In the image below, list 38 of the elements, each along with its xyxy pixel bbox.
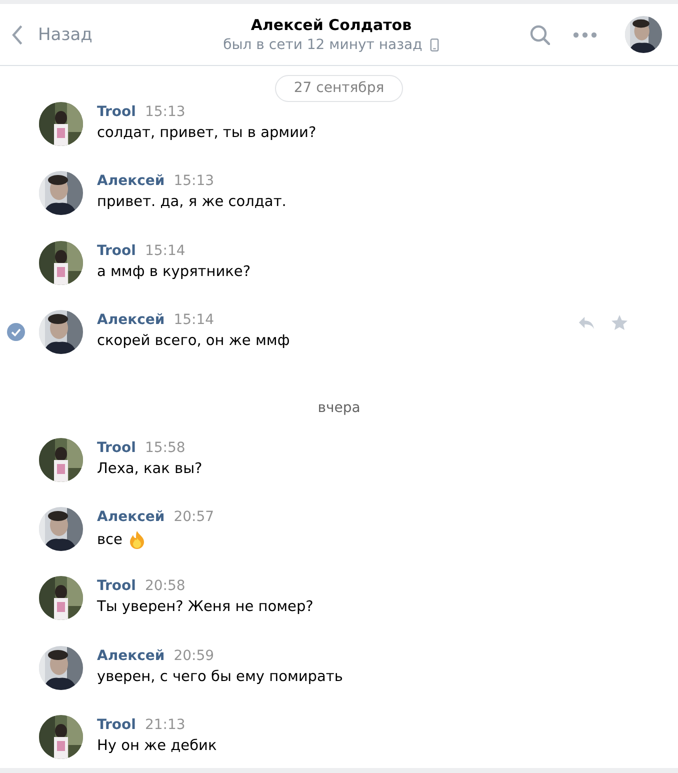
message-time: 20:58 — [144, 578, 186, 594]
star-icon[interactable] — [610, 314, 629, 332]
reply-icon[interactable] — [577, 314, 596, 332]
more-icon[interactable] — [573, 32, 597, 38]
author-name[interactable]: Алексей — [97, 312, 165, 328]
message-text: а ммф в курятнике? — [97, 264, 251, 280]
message-time: 21:13 — [144, 717, 186, 734]
author-name[interactable]: Trool — [97, 104, 136, 120]
back-button[interactable]: Назад — [12, 24, 92, 44]
message-text: уверен, с чего бы ему помирать — [97, 668, 343, 685]
message-time: 20:57 — [174, 508, 214, 525]
chevron-icon — [12, 24, 24, 44]
author-name[interactable]: Trool — [97, 440, 136, 456]
author-name[interactable]: Trool — [97, 578, 136, 594]
contact-name: Алексей Солдатов — [250, 16, 412, 34]
author-name[interactable]: Trool — [97, 717, 136, 734]
online-status: был в сети 12 минут назад — [223, 37, 422, 53]
message-time: 15:13 — [174, 173, 214, 190]
date-pill: 27 сентября — [274, 75, 404, 102]
message-time: 15:14 — [174, 312, 214, 328]
message-time: 15:13 — [144, 104, 186, 120]
message-text: все — [97, 532, 122, 548]
message-time: 15:58 — [144, 440, 186, 456]
author-name[interactable]: Алексей — [97, 508, 165, 525]
message-time: 15:14 — [144, 242, 186, 259]
author-name[interactable]: Trool — [97, 242, 136, 259]
message-time: 20:59 — [174, 648, 214, 664]
message-text: солдат, привет, ты в армии? — [97, 125, 316, 141]
check-icon[interactable] — [7, 323, 25, 342]
author-name[interactable]: Алексей — [97, 173, 165, 190]
author-name[interactable]: Алексей — [97, 648, 165, 664]
message-text: Ну он же дебик — [97, 738, 217, 754]
date-separator: вчера — [318, 400, 360, 416]
search-icon[interactable] — [530, 24, 550, 44]
message-text: скорей всего, он же ммф — [97, 333, 290, 350]
message-text: привет. да, я же солдат. — [97, 194, 286, 210]
message-text: Ты уверен? Женя не помер? — [97, 599, 314, 616]
message-text: Леха, как вы? — [97, 460, 202, 477]
